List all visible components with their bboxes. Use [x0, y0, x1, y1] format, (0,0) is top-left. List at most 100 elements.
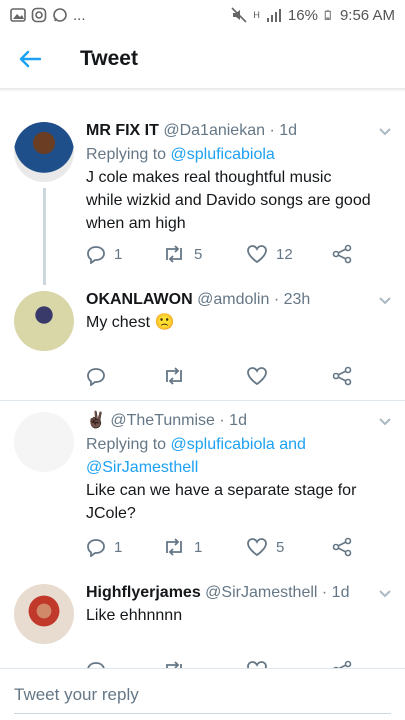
battery-icon	[324, 10, 331, 20]
reply-button[interactable]: 1	[86, 535, 122, 559]
clock-time: 9:56 AM	[339, 6, 395, 24]
retweet-button[interactable]	[162, 364, 186, 388]
tweet-text-line: JCole?	[86, 505, 136, 522]
status-more-dots: ...	[73, 6, 86, 24]
thread-line	[43, 188, 46, 285]
tweet-text: Like ehhnnnn	[86, 607, 183, 624]
retweet-icon	[166, 367, 182, 385]
like-button[interactable]: 5	[246, 535, 284, 559]
status-bar-left: ...	[10, 7, 86, 24]
whatsapp-icon	[53, 8, 67, 22]
reply-icon	[87, 539, 105, 557]
author-handle[interactable]: @Da1aniekan	[163, 122, 265, 139]
chevron-down-icon[interactable]	[377, 293, 393, 309]
chevron-down-icon[interactable]	[377, 124, 393, 140]
battery-percent: 16%	[287, 6, 318, 24]
share-button[interactable]	[332, 242, 352, 266]
tweet-card[interactable]: Highflyerjames @SirJamesthell · 1d Like …	[0, 574, 405, 668]
chevron-down-icon[interactable]	[377, 586, 393, 602]
tweet-card[interactable]: MR FIX IT @Da1aniekan · 1d Replying to @…	[0, 112, 405, 285]
author-handle[interactable]: @SirJamesthell	[205, 584, 317, 601]
author-handle[interactable]: @TheTunmise	[110, 412, 215, 429]
tweet-text-line: Like can we have a separate stage for	[86, 482, 357, 499]
app-bar-shadow	[0, 88, 405, 92]
tweet-time: · 1d	[321, 584, 350, 601]
tweet-card[interactable]: ✌🏿 @TheTunmise · 1d Replying to @splufic…	[0, 402, 405, 566]
status-bar: ... H 16% 9:56 AM	[0, 0, 405, 30]
back-button[interactable]	[0, 30, 60, 88]
like-button[interactable]	[246, 364, 268, 388]
tweet-divider	[0, 400, 405, 401]
tweet-actions: 1 5 12	[86, 242, 376, 266]
heart-icon	[247, 367, 267, 386]
retweet-button[interactable]: 5	[162, 242, 202, 266]
like-button[interactable]	[246, 658, 268, 668]
reply-input-underline	[14, 713, 391, 714]
share-icon	[332, 244, 352, 264]
avatar[interactable]	[14, 412, 74, 472]
tweet-card[interactable]: OKANLAWON @amdolin · 23h My chest 🙁	[0, 281, 405, 397]
author-name[interactable]: Highflyerjames	[86, 584, 201, 601]
reply-icon	[87, 246, 105, 264]
mention-conjunction: and	[279, 436, 306, 453]
share-button[interactable]	[332, 535, 352, 559]
tweet-header: MR FIX IT @Da1aniekan · 1d	[86, 120, 393, 142]
tweet-header: OKANLAWON @amdolin · 23h	[86, 289, 393, 311]
mention-link[interactable]: @spluficabiola	[171, 146, 275, 163]
reply-button[interactable]	[86, 658, 106, 668]
retweet-count: 1	[194, 538, 203, 556]
page-title: Tweet	[80, 47, 138, 70]
like-count: 12	[276, 245, 293, 263]
reply-input[interactable]: Tweet your reply	[14, 685, 139, 705]
reply-button[interactable]: 1	[86, 242, 122, 266]
chevron-down-icon[interactable]	[377, 414, 393, 430]
retweet-icon	[166, 245, 182, 263]
tweet-text-line: J cole makes real thoughtful music	[86, 169, 332, 186]
tweet-header: ✌🏿 @TheTunmise · 1d	[86, 410, 393, 432]
retweet-icon	[166, 661, 182, 668]
mention-link[interactable]: @SirJamesthell	[86, 459, 198, 476]
share-button[interactable]	[332, 658, 352, 668]
mention-link[interactable]: @spluficabiola	[171, 436, 275, 453]
share-icon	[333, 660, 352, 668]
like-count: 5	[276, 538, 285, 556]
reply-count: 1	[114, 538, 123, 556]
tweet-text: Like can we have a separate stage for JC…	[86, 479, 393, 525]
share-button[interactable]	[332, 364, 352, 388]
author-name[interactable]: MR FIX IT	[86, 122, 159, 139]
tweet-header: Highflyerjames @SirJamesthell · 1d	[86, 582, 393, 604]
reply-count: 1	[114, 245, 123, 263]
tweet-time: · 1d	[219, 412, 247, 429]
heart-icon	[247, 538, 267, 557]
retweet-button[interactable]	[162, 658, 186, 668]
avatar[interactable]	[14, 122, 74, 182]
retweet-button[interactable]: 1	[162, 535, 202, 559]
author-handle[interactable]: @amdolin	[197, 291, 269, 308]
author-name[interactable]: ✌🏿	[86, 412, 106, 429]
avatar[interactable]	[14, 584, 74, 644]
tweet-text: My chest 🙁	[86, 314, 175, 331]
tweet-actions: 1 1 5	[86, 535, 376, 559]
tweet-actions	[86, 364, 376, 388]
reply-icon	[87, 368, 105, 386]
like-button[interactable]: 12	[246, 242, 293, 266]
tweet-actions	[86, 658, 376, 668]
avatar[interactable]	[14, 291, 74, 351]
share-icon	[332, 366, 352, 386]
signal-icon	[266, 9, 281, 22]
mute-icon	[231, 7, 247, 23]
network-type: H	[253, 10, 260, 20]
retweet-icon	[166, 538, 182, 556]
replying-to-label: Replying to	[86, 146, 167, 163]
back-arrow-icon	[19, 50, 41, 68]
instagram-icon	[31, 7, 47, 23]
gallery-icon	[10, 8, 26, 22]
reply-composer[interactable]: Tweet your reply	[0, 668, 405, 720]
author-name[interactable]: OKANLAWON	[86, 291, 193, 308]
heart-icon	[247, 245, 267, 264]
tweet-time: · 23h	[273, 291, 311, 308]
heart-icon	[247, 661, 267, 668]
tweet-text-line: when am high	[86, 215, 186, 232]
reply-button[interactable]	[86, 364, 106, 388]
tweet-time: · 1d	[269, 122, 298, 139]
